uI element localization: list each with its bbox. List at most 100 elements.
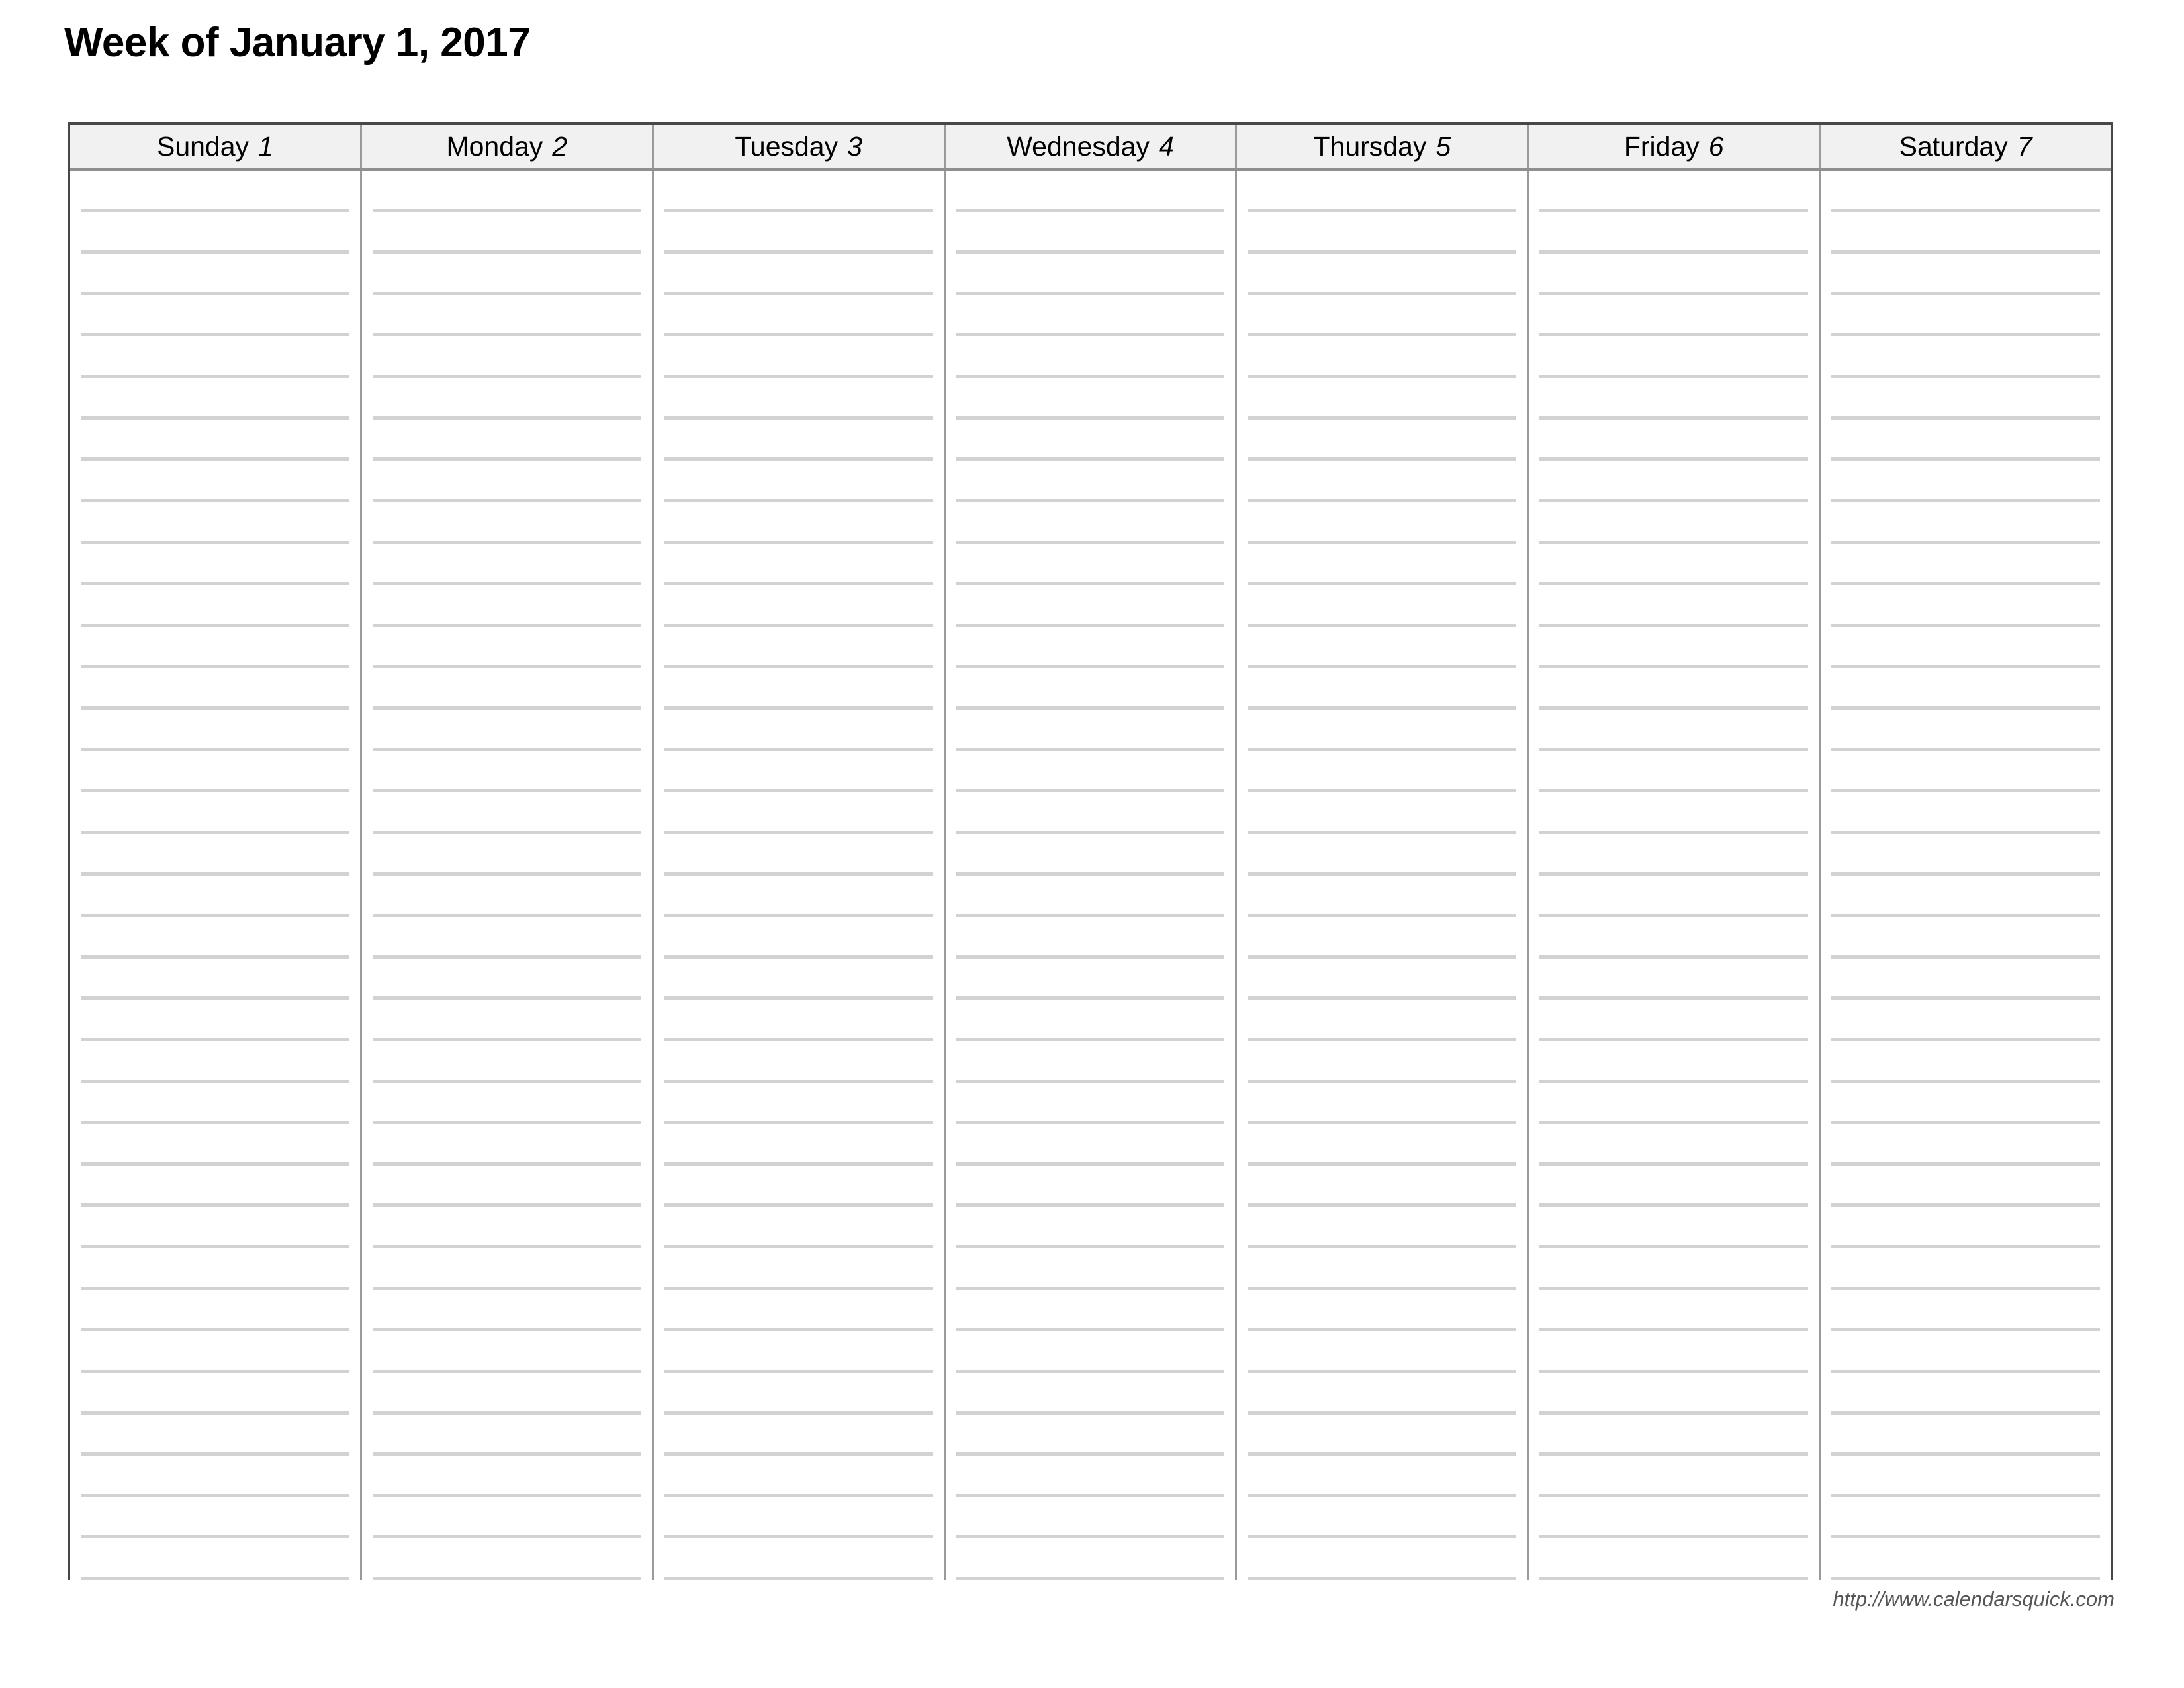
rule-line	[81, 333, 349, 336]
rule-line	[372, 457, 641, 461]
rule-line	[664, 1370, 933, 1373]
day-date-number: 7	[2017, 131, 2032, 162]
rule-line	[956, 996, 1225, 1000]
rule-line	[664, 1287, 933, 1290]
rule-line	[1248, 789, 1517, 792]
rule-line	[664, 1038, 933, 1041]
rule-line	[1248, 541, 1517, 544]
rule-line	[1539, 955, 1809, 959]
rule-line	[956, 1080, 1225, 1083]
rule-line	[81, 250, 349, 254]
rule-line	[1248, 1411, 1517, 1415]
rule-line	[1248, 872, 1517, 876]
rule-line	[1248, 1328, 1517, 1331]
rule-line	[81, 748, 349, 751]
day-date-number: 4	[1158, 131, 1174, 162]
rule-line	[1831, 996, 2101, 1000]
rule-line	[956, 955, 1225, 959]
rule-line	[372, 831, 641, 834]
day-column-sunday[interactable]	[70, 171, 362, 1580]
rule-line	[81, 416, 349, 420]
rule-line	[1539, 914, 1809, 917]
day-column-tuesday[interactable]	[653, 171, 946, 1580]
rule-line	[372, 624, 641, 627]
rule-line	[956, 624, 1225, 627]
rule-line	[664, 1452, 933, 1456]
rule-line	[956, 457, 1225, 461]
rule-line	[81, 955, 349, 959]
rule-line	[664, 1245, 933, 1248]
rule-line	[1831, 955, 2101, 959]
rule-line	[372, 499, 641, 502]
rule-line	[664, 624, 933, 627]
rule-line	[372, 1452, 641, 1456]
rule-line	[81, 1328, 349, 1331]
rule-line	[1831, 1577, 2101, 1580]
rule-line	[664, 706, 933, 710]
rule-line	[1248, 292, 1517, 295]
rule-line	[372, 1370, 641, 1373]
rule-line	[956, 872, 1225, 876]
rule-line	[1539, 831, 1809, 834]
rule-line	[1248, 333, 1517, 336]
rule-line	[372, 1411, 641, 1415]
day-name-label: Friday	[1623, 131, 1700, 162]
rule-line	[372, 1245, 641, 1248]
rule-line	[1831, 1328, 2101, 1331]
day-header-thursday: Thursday 5	[1237, 125, 1529, 168]
rule-line	[956, 250, 1225, 254]
rule-line	[956, 1328, 1225, 1331]
rule-line	[81, 789, 349, 792]
rule-line	[81, 1287, 349, 1290]
rule-line	[1539, 1287, 1809, 1290]
rule-line	[956, 1411, 1225, 1415]
day-column-friday[interactable]	[1529, 171, 1821, 1580]
rule-line	[1539, 1245, 1809, 1248]
rule-line	[956, 582, 1225, 585]
rule-line	[664, 1121, 933, 1124]
rule-line	[1831, 499, 2101, 502]
rule-line	[1539, 665, 1809, 668]
rule-line	[1831, 1452, 2101, 1456]
rule-line	[1831, 624, 2101, 627]
rule-line	[664, 541, 933, 544]
day-column-wednesday[interactable]	[945, 171, 1238, 1580]
rule-line	[372, 1162, 641, 1166]
rule-line	[956, 292, 1225, 295]
rule-line	[956, 1038, 1225, 1041]
day-column-saturday[interactable]	[1821, 171, 2111, 1580]
day-header-friday: Friday 6	[1529, 125, 1821, 168]
rule-line	[1831, 914, 2101, 917]
rule-line	[81, 1121, 349, 1124]
rule-line	[1831, 789, 2101, 792]
rule-line	[1831, 1203, 2101, 1207]
rule-line	[1539, 1411, 1809, 1415]
rule-line	[81, 665, 349, 668]
rule-line	[1831, 831, 2101, 834]
rule-line	[372, 706, 641, 710]
rule-line	[1539, 499, 1809, 502]
rule-line	[81, 831, 349, 834]
rule-line	[1831, 1287, 2101, 1290]
rule-line	[1539, 1203, 1809, 1207]
day-column-thursday[interactable]	[1237, 171, 1529, 1580]
rule-line	[81, 1080, 349, 1083]
rule-line	[1831, 1038, 2101, 1041]
rule-line	[1831, 250, 2101, 254]
rule-line	[1248, 831, 1517, 834]
day-column-monday[interactable]	[361, 171, 654, 1580]
rule-line	[1831, 748, 2101, 751]
day-name-label: Monday	[446, 131, 543, 162]
rule-line	[1831, 375, 2101, 378]
rule-line	[1539, 1080, 1809, 1083]
rule-line	[1831, 1411, 2101, 1415]
rule-line	[1831, 209, 2101, 212]
rule-line	[1248, 1494, 1517, 1497]
rule-line	[956, 665, 1225, 668]
rule-line	[1539, 624, 1809, 627]
rule-line	[1248, 1203, 1517, 1207]
rule-line	[372, 914, 641, 917]
rule-line	[1248, 582, 1517, 585]
rule-line	[1248, 209, 1517, 212]
day-date-number: 2	[552, 131, 568, 162]
